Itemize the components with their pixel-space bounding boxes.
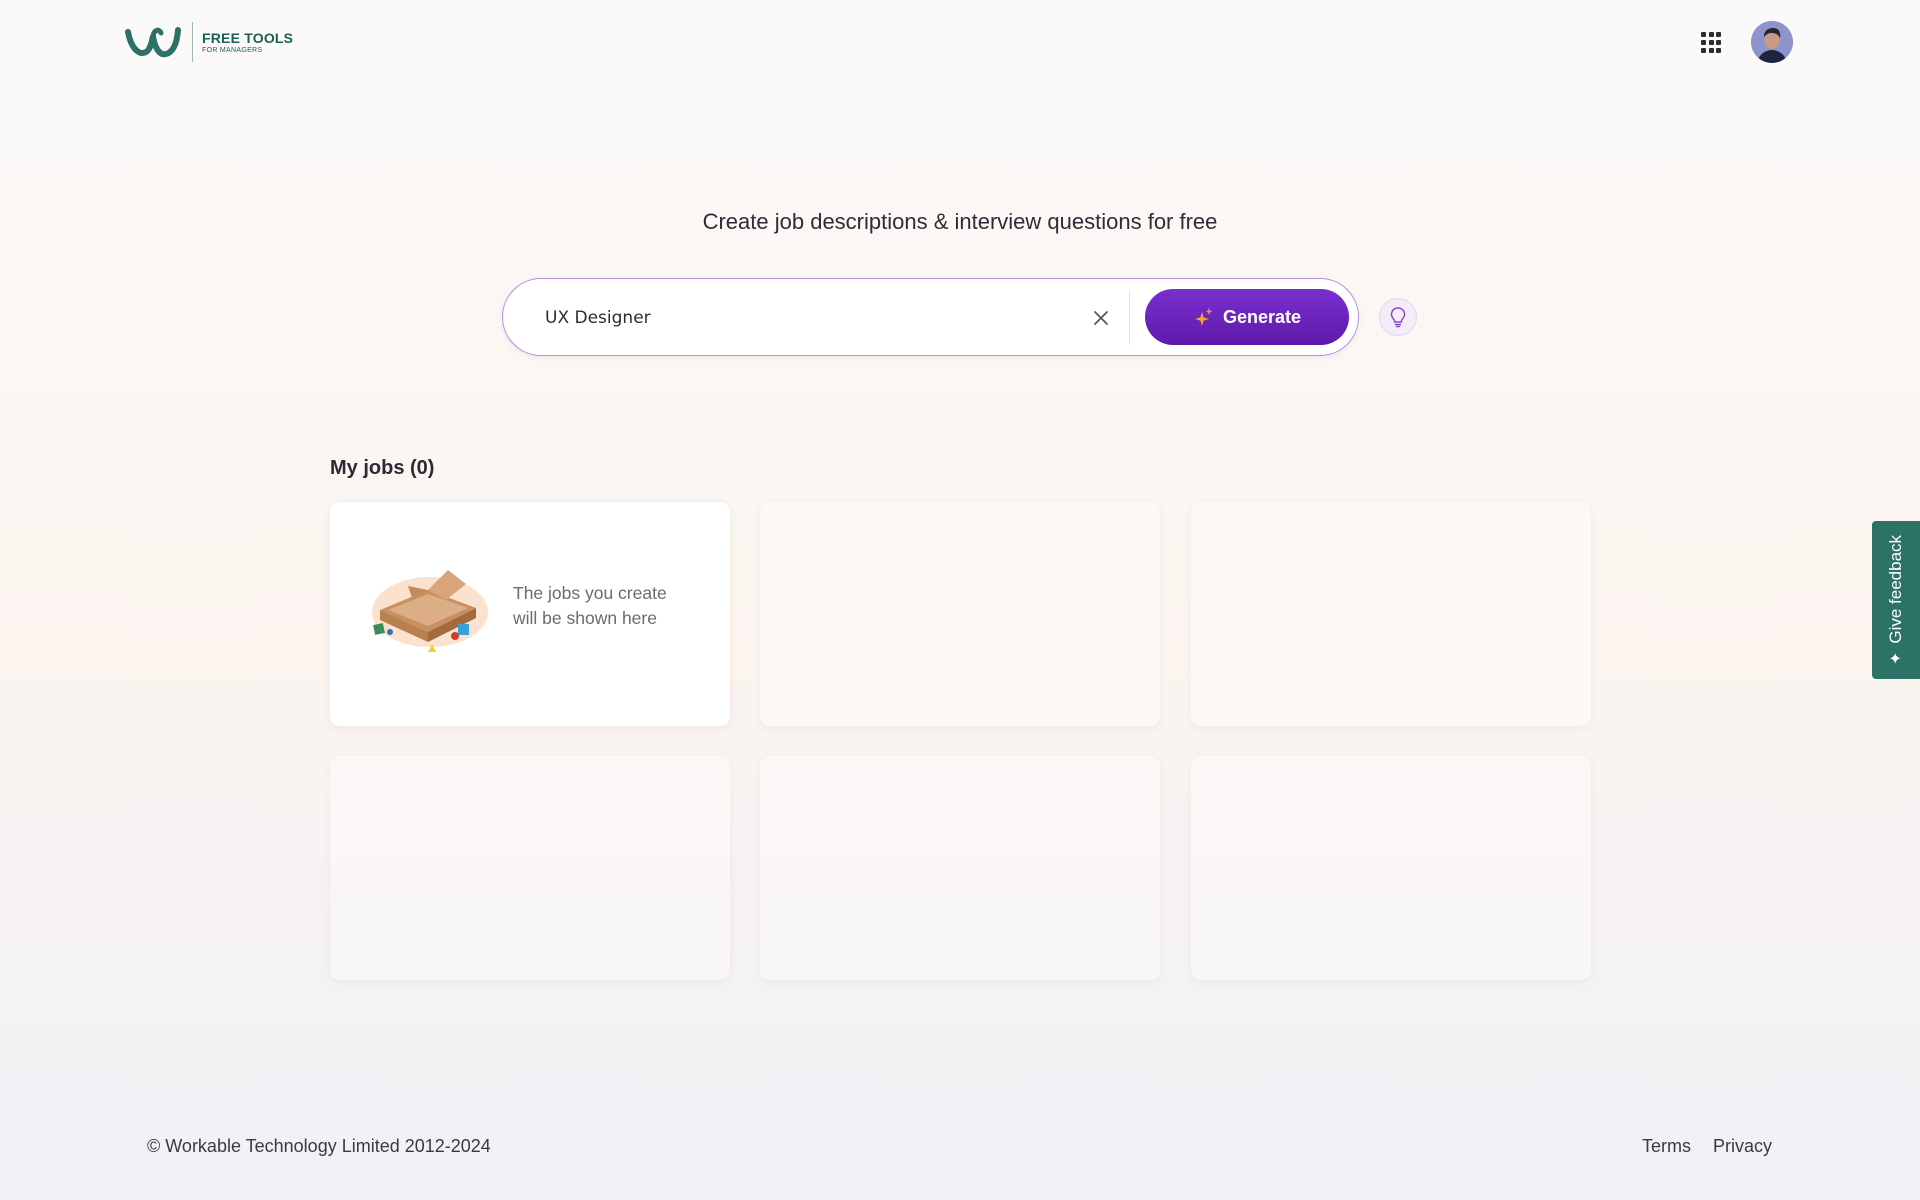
empty-box-icon	[372, 570, 488, 652]
my-jobs-heading: My jobs (0)	[330, 457, 435, 479]
feedback-label: Give feedback	[1886, 534, 1905, 644]
empty-jobs-line-2: will be shown here	[513, 608, 657, 628]
apps-grid-icon[interactable]	[1701, 32, 1723, 54]
empty-jobs-message: The jobs you create will be shown here	[513, 581, 703, 631]
search-divider	[1129, 291, 1130, 345]
terms-link[interactable]: Terms	[1642, 1136, 1691, 1157]
job-card-placeholder	[1191, 756, 1591, 980]
logo-divider	[192, 22, 193, 62]
logo-title: FREE TOOLS	[202, 29, 294, 46]
top-header: FREE TOOLS FOR MANAGERS	[0, 0, 1920, 86]
page-title: Create job descriptions & interview ques…	[702, 209, 1218, 234]
close-icon[interactable]	[1090, 307, 1112, 329]
job-card-placeholder	[760, 756, 1160, 980]
generate-label: Generate	[1222, 306, 1302, 327]
job-title-input[interactable]	[545, 301, 1065, 335]
lightbulb-icon	[1390, 307, 1406, 328]
avatar-icon	[1751, 21, 1793, 63]
job-title-search-bar: Generate	[502, 278, 1359, 356]
logo[interactable]: FREE TOOLS FOR MANAGERS	[125, 20, 293, 64]
workable-logo-icon	[125, 27, 181, 58]
privacy-link[interactable]: Privacy	[1713, 1136, 1772, 1157]
empty-jobs-card: The jobs you create will be shown here	[330, 502, 730, 726]
empty-jobs-line-1: The jobs you create	[513, 583, 667, 603]
sparkle-icon	[1194, 308, 1213, 326]
job-card-placeholder	[760, 502, 1160, 726]
user-avatar[interactable]	[1751, 21, 1793, 63]
job-card-placeholder	[330, 756, 730, 980]
job-card-placeholder	[1191, 502, 1591, 726]
generate-button[interactable]: Generate	[1145, 289, 1349, 345]
give-feedback-tab[interactable]: ✦ Give feedback	[1872, 521, 1920, 679]
logo-subtitle: FOR MANAGERS	[202, 46, 263, 54]
tips-button[interactable]	[1379, 298, 1417, 336]
copyright-text: © Workable Technology Limited 2012-2024	[147, 1136, 491, 1156]
feedback-content: ✦ Give feedback	[1886, 535, 1906, 665]
logo-text: FREE TOOLS FOR MANAGERS	[202, 30, 293, 55]
sparkle-icon: ✦	[1888, 651, 1905, 666]
